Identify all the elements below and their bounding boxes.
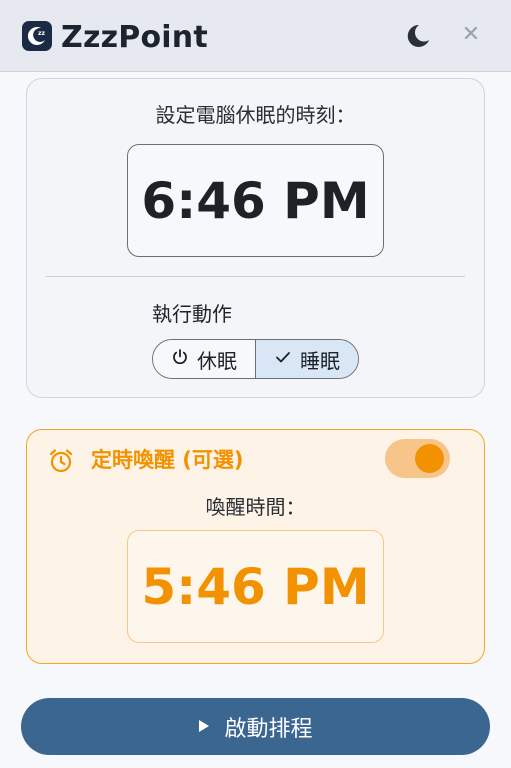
action-option-label: 睡眠 — [300, 348, 340, 373]
start-schedule-label: 啟動排程 — [224, 716, 313, 742]
alarm-clock-icon — [47, 447, 75, 475]
wake-toggle[interactable] — [385, 439, 450, 478]
divider — [46, 276, 465, 277]
check-icon — [274, 347, 292, 371]
wake-time-picker[interactable]: 5:46 PM — [127, 530, 384, 643]
wake-time-label: 喚醒時間： — [205, 495, 306, 519]
sleep-time-label: 設定電腦休眠的時刻： — [155, 103, 356, 127]
action-option-hibernate[interactable]: 休眠 — [153, 340, 255, 378]
app-title: ZzzPoint — [61, 20, 208, 55]
svg-text:zz: zz — [38, 30, 45, 37]
power-icon — [171, 347, 189, 371]
title-bar: zz ZzzPoint ✕ — [0, 0, 511, 72]
sleep-time-picker[interactable]: 6:46 PM — [127, 144, 384, 257]
play-icon — [198, 714, 210, 739]
wake-title: 定時喚醒 (可選) — [91, 448, 244, 472]
action-option-label: 休眠 — [197, 348, 237, 373]
moon-icon[interactable] — [403, 22, 431, 50]
start-schedule-button[interactable]: 啟動排程 — [21, 698, 490, 755]
toggle-knob — [415, 444, 444, 473]
action-option-sleep[interactable]: 睡眠 — [255, 340, 358, 378]
close-icon[interactable]: ✕ — [458, 22, 484, 48]
zzz-moon-logo-icon: zz — [22, 21, 52, 51]
action-label: 執行動作 — [152, 302, 232, 326]
action-selector: 休眠 睡眠 — [152, 339, 359, 379]
